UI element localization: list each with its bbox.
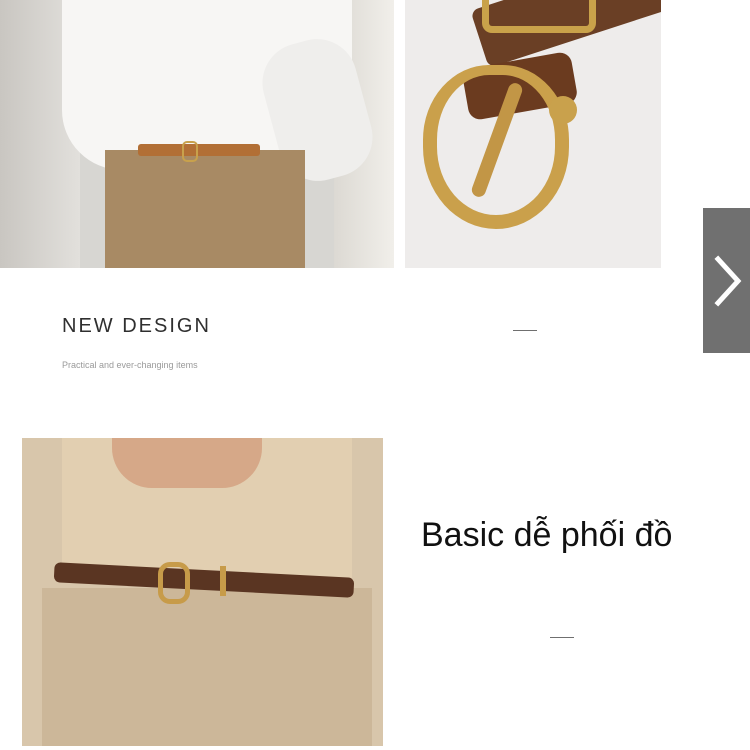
photo-white-shirt-tan-belt <box>0 0 394 268</box>
divider-dash <box>513 330 537 331</box>
section-subtitle: Practical and ever-changing items <box>62 360 198 370</box>
divider-dash <box>550 637 574 638</box>
chevron-right-icon <box>713 254 741 307</box>
photo-buckle-closeup <box>405 0 661 268</box>
photo-beige-outfit-brown-belt <box>22 438 383 746</box>
product-caption: Basic dễ phối đồ <box>421 516 673 554</box>
section-title: NEW DESIGN <box>62 315 211 337</box>
next-slide-button[interactable] <box>703 208 750 353</box>
